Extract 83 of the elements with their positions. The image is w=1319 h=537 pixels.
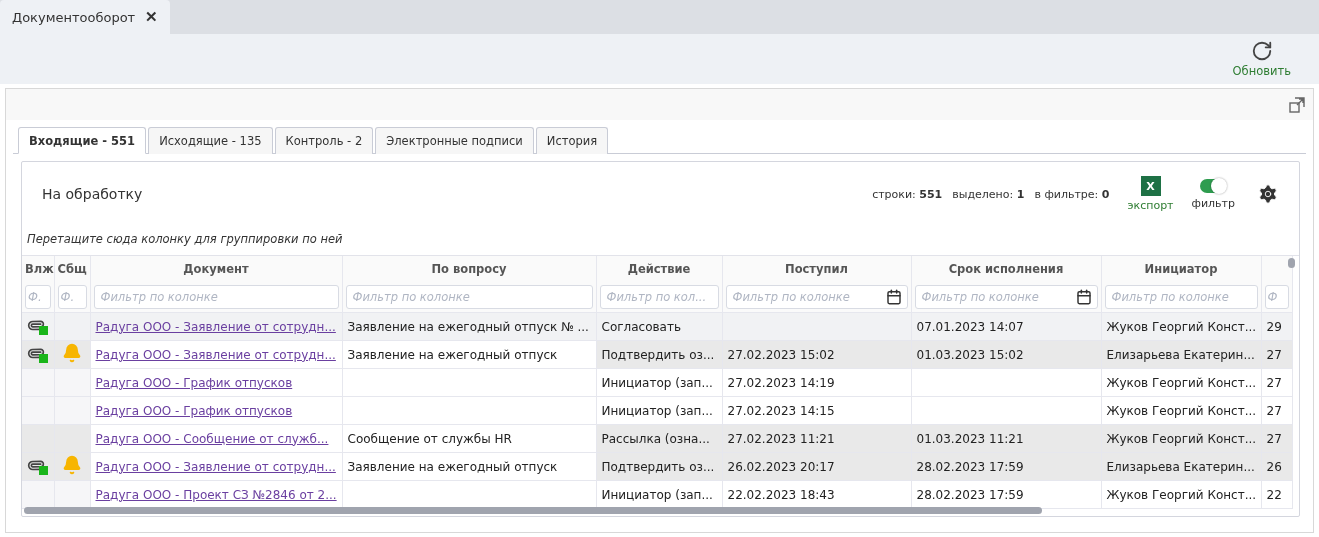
column-header[interactable]: Документ <box>90 256 342 282</box>
calendar-icon[interactable] <box>885 289 902 305</box>
table-cell-text: 26.02.2023 20:17 <box>727 459 835 474</box>
tab[interactable]: Контроль - 2 <box>274 127 374 154</box>
document-link[interactable]: Радуга ООО - Заявление от сотрудн... <box>95 347 336 362</box>
table-cell-text: Сообщение от службы HR <box>347 431 512 446</box>
table-cell-text: Подтвердить оз... <box>601 347 715 362</box>
stat-text: строки: 551 <box>872 187 943 201</box>
group-hint: Перетащите сюда колонку для группировки по ней <box>26 231 344 248</box>
column-header[interactable]: По вопросу <box>342 256 596 282</box>
stat-text: в фильтре: 0 <box>1034 187 1110 201</box>
table-cell-text: Заявление на ежегодный отпуск № ... <box>347 319 589 334</box>
bell-icon <box>62 455 82 475</box>
table-cell-text: Согласовать <box>601 319 681 334</box>
stat-text: выделено: 1 <box>952 187 1025 201</box>
column-header[interactable]: Сбщ <box>54 256 90 282</box>
filter-field[interactable]: Фильтр по кол... <box>599 285 719 309</box>
column-header[interactable]: Поступил <box>722 256 911 282</box>
filter-field[interactable]: Ф. <box>57 285 87 309</box>
table-cell-text: Подтвердить оз... <box>601 459 715 474</box>
table-cell-text: Заявление на ежегодный отпуск <box>347 347 558 362</box>
expand-icon[interactable] <box>1289 96 1305 113</box>
table-cell-text: 28.02.2023 17:59 <box>916 459 1024 474</box>
filter-field[interactable]: Фильтр по колонке <box>1104 285 1258 309</box>
table-cell-text: 01.03.2023 11:21 <box>916 431 1024 446</box>
calendar-icon[interactable] <box>1075 289 1092 305</box>
vertical-scrollbar[interactable] <box>1288 258 1295 268</box>
document-link[interactable]: Радуга ООО - График отпусков <box>95 403 293 418</box>
document-link[interactable]: Радуга ООО - Проект СЗ №2846 от 2... <box>95 487 337 502</box>
table-cell-text: 22.02.2023 18:43 <box>727 487 835 502</box>
table-cell-text: Инициатор (зап... <box>601 403 713 418</box>
card-title: На обработку <box>42 186 144 202</box>
table-cell-text: 27.02.2023 11:21 <box>727 431 835 446</box>
table-cell-text: Инициатор (зап... <box>601 487 713 502</box>
document-link[interactable]: Радуга ООО - Сообщение от служб... <box>95 431 329 446</box>
table-cell-text: 29 <box>1266 319 1282 334</box>
app-tab[interactable]: Документооборот ✕ <box>0 0 171 34</box>
table-cell-text: 01.03.2023 15:02 <box>916 347 1024 362</box>
table-cell-text: Жуков Георгий Конст... <box>1106 375 1257 390</box>
document-link[interactable]: Радуга ООО - График отпусков <box>95 375 293 390</box>
column-header[interactable]: Инициатор <box>1101 256 1261 282</box>
filter-field[interactable]: Фильтр по колонке <box>725 285 908 309</box>
table-cell-text: Жуков Георгий Конст... <box>1106 403 1257 418</box>
filter-field[interactable]: Ф. <box>25 285 51 309</box>
table-cell-text: 27.02.2023 14:15 <box>727 403 835 418</box>
table-cell-text: 22 <box>1266 487 1282 502</box>
filter-toggle[interactable]: фильтр <box>1191 178 1235 210</box>
tab[interactable]: История <box>535 127 609 154</box>
table-cell-text: 27.02.2023 15:02 <box>727 347 835 362</box>
tab[interactable]: Электронные подписи <box>375 127 534 154</box>
tab[interactable]: Исходящие - 135 <box>148 127 273 154</box>
filter-field[interactable]: Ф <box>1264 285 1289 309</box>
filter-field[interactable]: Фильтр по колонке <box>93 285 339 309</box>
table-cell-text: 27.02.2023 14:19 <box>727 375 835 390</box>
table-cell-text: 28.02.2023 17:59 <box>916 487 1024 502</box>
table-cell-text: 27 <box>1266 431 1282 446</box>
refresh-icon[interactable] <box>1250 40 1273 62</box>
column-header[interactable]: Действие <box>596 256 722 282</box>
table-cell-text: Инициатор (зап... <box>601 375 713 390</box>
column-header[interactable]: Срок исполнения <box>911 256 1101 282</box>
export-button[interactable]: X экспорт <box>1127 176 1174 212</box>
table-cell-text: Рассылка (озна... <box>601 431 710 446</box>
table-cell-text: Елизарьева Екатерин... <box>1106 459 1255 474</box>
column-header[interactable]: Влж <box>22 256 54 282</box>
document-link[interactable]: Радуга ООО - Заявление от сотрудн... <box>95 459 336 474</box>
table-cell-text: 27 <box>1266 375 1282 390</box>
table-cell-text: 27 <box>1266 347 1282 362</box>
settings-button[interactable] <box>1257 183 1279 205</box>
close-button[interactable]: ✕ <box>145 8 159 26</box>
tab[interactable]: Входящие - 551 <box>18 127 147 154</box>
bell-icon <box>62 343 82 363</box>
table-cell-text: 27 <box>1266 403 1282 418</box>
table-cell-text: Жуков Георгий Конст... <box>1106 431 1257 446</box>
horizontal-scrollbar[interactable] <box>24 507 1042 514</box>
table-cell-text: 26 <box>1266 459 1282 474</box>
table-cell-text: Жуков Георгий Конст... <box>1106 319 1257 334</box>
filter-field[interactable]: Фильтр по колонке <box>914 285 1098 309</box>
table-cell-text: Заявление на ежегодный отпуск <box>347 459 558 474</box>
refresh-button[interactable]: Обновить <box>1230 38 1293 80</box>
table-cell-text: Елизарьева Екатерин... <box>1106 347 1255 362</box>
filter-field[interactable]: Фильтр по колонке <box>345 285 593 309</box>
table-cell-text: 07.01.2023 14:07 <box>916 319 1024 334</box>
table-cell-text: Жуков Георгий Конст... <box>1106 487 1257 502</box>
